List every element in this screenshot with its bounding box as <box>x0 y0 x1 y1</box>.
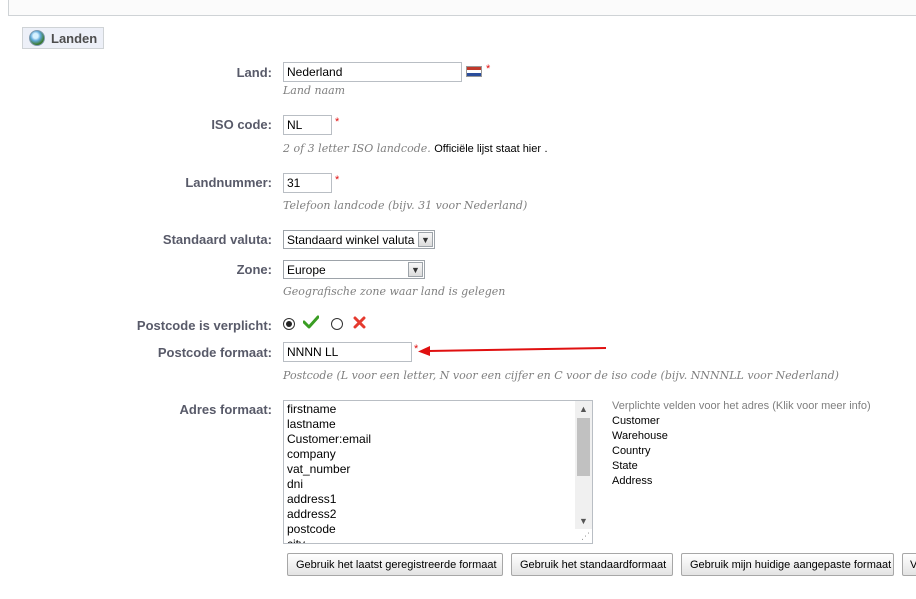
required-marker: * <box>486 63 491 75</box>
scrollbar-thumb[interactable] <box>577 418 590 476</box>
annotation-arrow-icon <box>418 346 607 356</box>
iso-hint: 2 of 3 letter ISO landcode. Officiële li… <box>283 142 548 155</box>
address-format-lines: firstname lastname Customer:email company va… <box>287 402 372 544</box>
land-hint: Land naam <box>283 84 346 97</box>
cross-icon <box>353 316 366 332</box>
required-fields-title[interactable]: Verplichte velden voor het adres (Klik v… <box>612 400 871 412</box>
zone-hint: Geografische zone waar land is gelegen <box>283 285 506 298</box>
postcode-format-input[interactable] <box>283 342 412 362</box>
iso-hint-text: 2 of 3 letter ISO landcode. <box>283 142 431 155</box>
fieldset-legend: Landen <box>22 27 105 49</box>
valuta-label: Standaard valuta: <box>162 232 272 247</box>
postcode-format-hint: Postcode (L voor een letter, N voor een … <box>283 369 839 382</box>
resize-grip-icon[interactable]: ⋰ <box>581 531 590 542</box>
required-field-warehouse[interactable]: Warehouse <box>612 430 668 442</box>
address-format-textarea[interactable]: firstname lastname Customer:email company va… <box>283 400 593 544</box>
country-name-input[interactable] <box>283 62 462 82</box>
address-format-label: Adres formaat: <box>179 402 272 417</box>
address-format-line: address2 <box>287 507 337 521</box>
currency-selected-value: Standaard winkel valuta <box>287 232 415 247</box>
chevron-down-icon[interactable]: ▼ <box>408 262 423 277</box>
check-icon <box>302 315 320 332</box>
address-format-line: dni <box>287 477 304 491</box>
zone-label: Zone: <box>236 262 272 277</box>
scroll-down-icon[interactable]: ▼ <box>575 513 592 529</box>
scroll-up-icon[interactable]: ▲ <box>575 401 592 417</box>
partial-button[interactable]: V <box>902 553 916 576</box>
required-field-state[interactable]: State <box>612 460 638 472</box>
required-field-country[interactable]: Country <box>612 445 651 457</box>
address-format-line: firstname <box>287 402 337 416</box>
address-format-line: lastname <box>287 417 336 431</box>
currency-select[interactable]: Standaard winkel valuta ▼ <box>283 230 435 249</box>
zone-select[interactable]: Europe ▼ <box>283 260 425 279</box>
top-panel <box>8 0 916 16</box>
use-custom-format-button[interactable]: Gebruik mijn huidige aangepaste formaat <box>681 553 894 576</box>
textarea-scrollbar[interactable]: ▲ ▼ <box>575 401 592 529</box>
postcode-required-no-radio[interactable] <box>331 318 343 330</box>
postcode-required-label: Postcode is verplicht: <box>136 318 272 333</box>
legend-title: Landen <box>51 30 98 46</box>
required-field-address[interactable]: Address <box>612 475 652 487</box>
iso-label: ISO code: <box>211 117 272 132</box>
netherlands-flag-icon[interactable] <box>466 66 482 77</box>
use-default-format-button[interactable]: Gebruik het standaardformaat <box>511 553 673 576</box>
call-prefix-input[interactable] <box>283 173 332 193</box>
landnummer-hint: Telefoon landcode (bijv. 31 voor Nederla… <box>283 199 528 212</box>
zone-selected-value: Europe <box>287 262 326 277</box>
landnummer-label: Landnummer: <box>185 175 272 190</box>
address-format-line: address1 <box>287 492 337 506</box>
iso-code-input[interactable] <box>283 115 332 135</box>
chevron-down-icon[interactable]: ▼ <box>418 232 433 247</box>
required-marker: * <box>335 116 340 128</box>
globe-icon <box>29 30 45 46</box>
postcode-required-yes-radio[interactable] <box>283 318 295 330</box>
land-label: Land: <box>236 65 272 80</box>
address-format-line: postcode <box>287 522 336 536</box>
postcode-format-label: Postcode formaat: <box>157 345 272 360</box>
required-field-customer[interactable]: Customer <box>612 415 660 427</box>
use-last-format-button[interactable]: Gebruik het laatst geregistreerde formaa… <box>287 553 503 576</box>
address-format-line: vat_number <box>287 462 351 476</box>
address-format-line: company <box>287 447 336 461</box>
iso-list-link[interactable]: Officiële lijst staat hier <box>434 143 541 155</box>
address-format-line: Customer:email <box>287 432 372 446</box>
iso-hint-end: . <box>544 143 548 155</box>
address-format-line: city <box>287 537 305 544</box>
required-marker: * <box>335 174 340 186</box>
